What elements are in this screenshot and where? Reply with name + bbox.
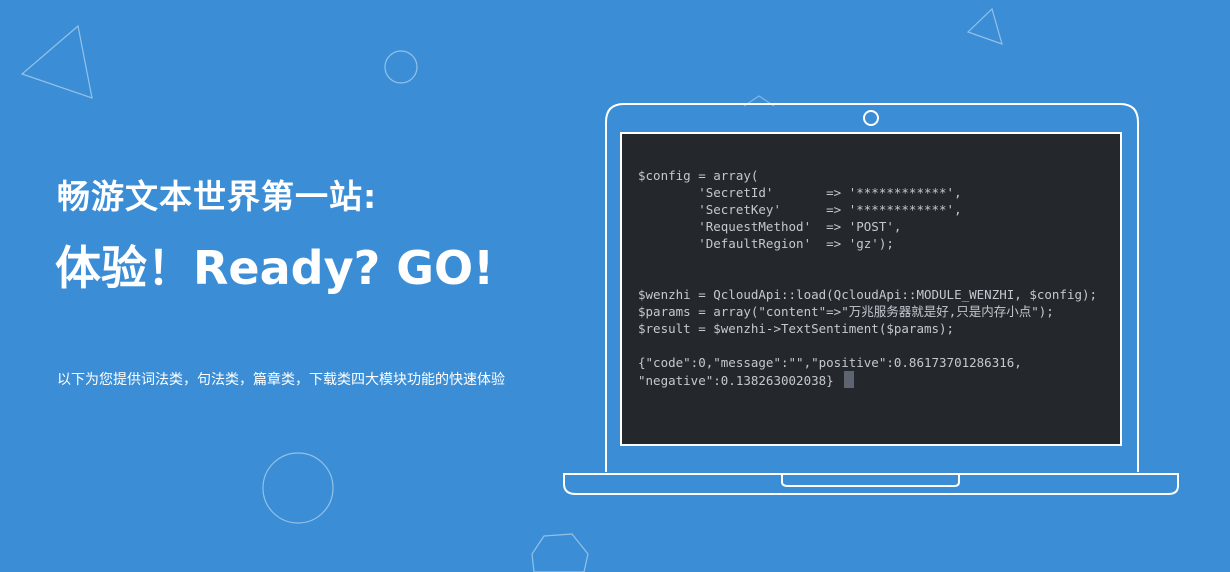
- code-line: $params = array("content"=>"万兆服务器就是好,只是内…: [638, 304, 1054, 319]
- code-line: $config = array(: [638, 168, 759, 183]
- hero-title-line2: 体验！Ready? GO!: [55, 241, 495, 295]
- decor-triangle-top-right: [966, 7, 1003, 45]
- code-screen: $config = array( 'SecretId' => '********…: [622, 134, 1120, 444]
- code-line: 'SecretId' => '************',: [638, 185, 962, 200]
- code-line: {"code":0,"message":"","positive":0.8617…: [638, 355, 1022, 370]
- terminal-cursor: [843, 371, 854, 388]
- code-line: "negative":0.138263002038}: [638, 373, 834, 388]
- decor-circle-bottom: [262, 452, 334, 524]
- hero-description: 以下为您提供词法类，句法类，篇章类，下载类四大模块功能的快速体验: [57, 372, 505, 388]
- code-line: 'DefaultRegion' => 'gz');: [638, 236, 894, 251]
- decor-triangle-left: [20, 24, 93, 99]
- decor-pentagon-bottom: [531, 533, 589, 572]
- decor-circle-top: [384, 50, 418, 84]
- code-line: $wenzhi = QcloudApi::load(QcloudApi::MOD…: [638, 287, 1098, 302]
- code-line: $result = $wenzhi->TextSentiment($params…: [638, 321, 955, 336]
- code-line: 'RequestMethod' => 'POST',: [638, 219, 902, 234]
- hero-title-line1: 畅游文本世界第一站:: [57, 177, 378, 216]
- code-line: 'SecretKey' => '************',: [638, 202, 962, 217]
- code-block: $config = array( 'SecretId' => '********…: [638, 167, 1097, 389]
